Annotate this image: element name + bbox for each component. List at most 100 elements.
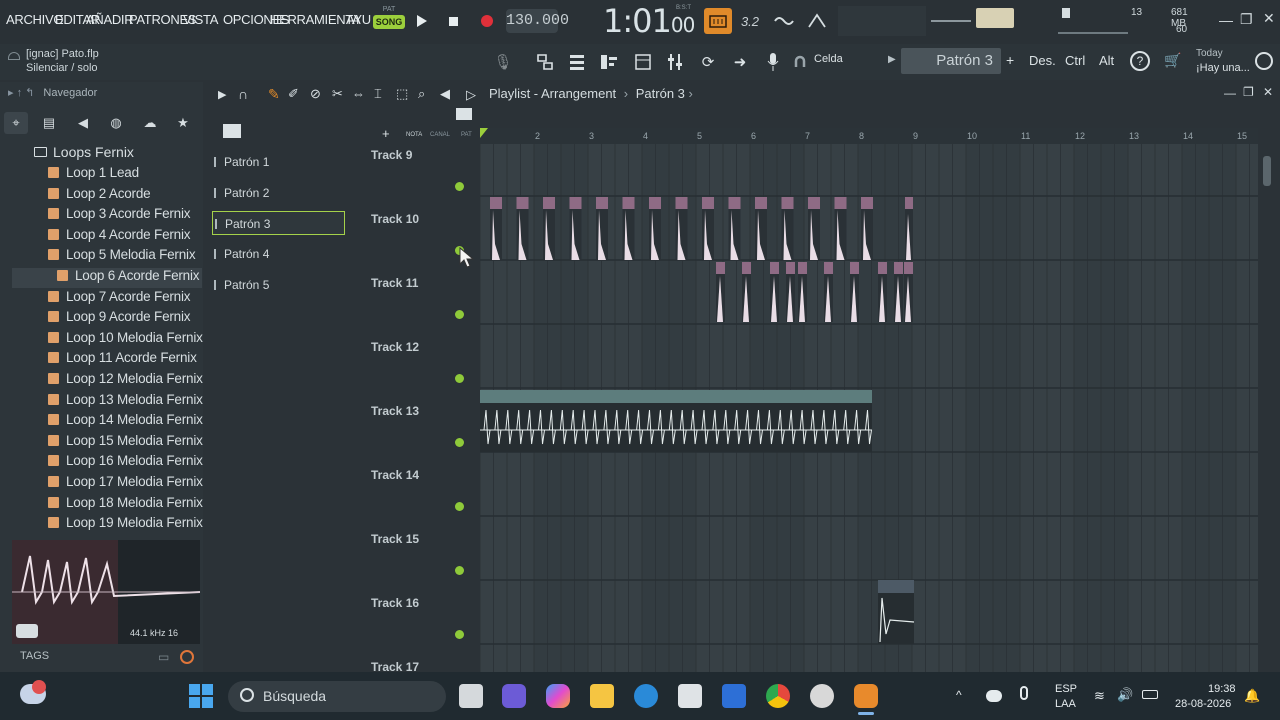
browser-item[interactable]: Loop 13 Melodia Fernix bbox=[48, 392, 203, 412]
close-icon[interactable]: ✕ bbox=[1263, 10, 1275, 27]
folder-tag-icon[interactable]: ▭ bbox=[158, 650, 169, 664]
track-mute-led[interactable] bbox=[455, 374, 464, 383]
browser-item[interactable]: Loop 16 Melodia Fernix bbox=[48, 453, 203, 473]
alt-button[interactable]: Alt bbox=[1099, 53, 1114, 68]
track-label[interactable]: Track 16 bbox=[371, 596, 419, 610]
track-mute-led[interactable] bbox=[455, 438, 464, 447]
play-button[interactable] bbox=[409, 8, 435, 34]
stop-button[interactable] bbox=[440, 8, 466, 34]
maximize-icon[interactable]: ❐ bbox=[1240, 11, 1253, 28]
browser-item[interactable]: Loop 4 Acorde Fernix bbox=[48, 227, 191, 247]
project-tab-icon[interactable]: ▤ bbox=[37, 112, 61, 134]
speaker-tab-icon[interactable]: ◀ bbox=[71, 112, 95, 134]
notifications-bell-icon[interactable]: 🔔 bbox=[1244, 688, 1260, 704]
browser-item[interactable]: Loop 11 Acorde Fernix bbox=[48, 350, 197, 370]
zoom-tool-icon[interactable]: ⌕ bbox=[418, 86, 425, 102]
taskbar-date[interactable]: 28-08-2026 bbox=[1175, 698, 1231, 710]
task-view-icon[interactable] bbox=[459, 684, 483, 708]
news-message[interactable]: ¡Hay una... bbox=[1196, 62, 1250, 74]
track-label[interactable]: Track 9 bbox=[371, 148, 412, 162]
track-mute-led[interactable] bbox=[455, 630, 464, 639]
mixer-icon[interactable] bbox=[630, 49, 656, 75]
battery-icon[interactable] bbox=[1142, 690, 1158, 699]
loop-record-icon[interactable] bbox=[804, 8, 830, 34]
menu-item-2[interactable]: AÑADIR bbox=[86, 12, 134, 27]
taskbar-clock[interactable]: 19:38 bbox=[1208, 683, 1236, 695]
cloud-tab-icon[interactable]: ☁ bbox=[138, 112, 162, 134]
playlist-menu-arrow-icon[interactable]: ▶ bbox=[218, 88, 226, 101]
all-tab-icon[interactable]: ⌖ bbox=[4, 112, 28, 134]
magnet-snap-icon[interactable]: ∩ bbox=[238, 86, 248, 102]
meet-icon[interactable] bbox=[502, 684, 526, 708]
browser-item[interactable]: Loop 5 Melodia Fernix bbox=[48, 247, 196, 267]
select-tool-icon[interactable]: ⬚ bbox=[396, 86, 408, 102]
microphone-icon[interactable] bbox=[760, 49, 786, 75]
refresh-icon[interactable]: ⟳ bbox=[695, 49, 721, 75]
browser-item[interactable]: Loop 12 Melodia Fernix bbox=[48, 371, 203, 391]
nav-arrows-icon[interactable]: ▸ ↑ ↰ bbox=[8, 87, 34, 99]
wifi-icon[interactable]: ≋ bbox=[1094, 688, 1105, 704]
channel-rack-icon[interactable] bbox=[564, 49, 590, 75]
playlist-arrow-icon[interactable]: ▷ bbox=[466, 87, 476, 103]
browser-item[interactable]: Loop 7 Acorde Fernix bbox=[48, 289, 191, 309]
track-label[interactable]: Track 11 bbox=[371, 276, 418, 290]
track-mute-led[interactable] bbox=[455, 310, 464, 319]
plugin-icon[interactable] bbox=[662, 49, 688, 75]
language-primary[interactable]: ESP bbox=[1055, 683, 1077, 695]
browser-item[interactable]: Loop 15 Melodia Fernix bbox=[48, 433, 203, 453]
browser-item[interactable]: Loop 14 Melodia Fernix bbox=[48, 412, 203, 432]
ctrl-button[interactable]: Ctrl bbox=[1065, 53, 1085, 68]
playlist-icon[interactable] bbox=[532, 49, 558, 75]
volume-icon[interactable]: 🔊 bbox=[1117, 687, 1133, 703]
pattern-prev-icon[interactable]: ▶ bbox=[888, 54, 896, 65]
piano-keys-icon[interactable] bbox=[223, 124, 241, 138]
playlist-close-icon[interactable]: ✕ bbox=[1263, 85, 1273, 99]
playlist-maximize-icon[interactable]: ❐ bbox=[1243, 85, 1254, 99]
add-track-button[interactable]: + bbox=[382, 126, 390, 141]
delete-tool-icon[interactable]: ⊘ bbox=[310, 86, 321, 102]
track-mute-led[interactable] bbox=[455, 566, 464, 575]
draw-tool-icon[interactable]: ✎ bbox=[268, 86, 280, 103]
start-icon[interactable] bbox=[189, 684, 213, 708]
undo-button[interactable]: Des. bbox=[1029, 53, 1056, 68]
mute-tool-icon[interactable]: ✂ bbox=[332, 86, 343, 102]
edge-icon[interactable] bbox=[634, 684, 658, 708]
tempo-display[interactable]: 130.000 bbox=[506, 9, 569, 33]
track-mute-led[interactable] bbox=[455, 182, 464, 191]
track-label[interactable]: Track 14 bbox=[371, 468, 419, 482]
browser-item[interactable]: Loop 6 Acorde Fernix bbox=[12, 268, 202, 288]
magnet-icon[interactable] bbox=[794, 55, 806, 69]
cart-icon[interactable]: 🛒 bbox=[1164, 52, 1181, 69]
master-volume-area[interactable] bbox=[931, 8, 1051, 30]
pattern-item[interactable]: Patrón 5 bbox=[212, 273, 345, 297]
menu-item-7[interactable]: AYU bbox=[346, 12, 371, 27]
plugin-db-tab-icon[interactable]: ◍ bbox=[104, 112, 128, 134]
play-preview-icon[interactable] bbox=[16, 624, 38, 638]
piano-roll-icon[interactable] bbox=[596, 49, 622, 75]
metronome-button[interactable] bbox=[704, 8, 732, 34]
fl-studio-icon[interactable] bbox=[854, 684, 878, 708]
playlist-grid[interactable] bbox=[480, 144, 1258, 672]
help-icon[interactable]: ? bbox=[1130, 51, 1150, 71]
pattern-selector[interactable]: Patrón 3 bbox=[901, 48, 1001, 74]
track-label[interactable]: Track 13 bbox=[371, 404, 419, 418]
record-button[interactable] bbox=[474, 8, 500, 34]
pattern-item[interactable]: Patrón 2 bbox=[212, 181, 345, 205]
browser-item[interactable]: Loop 18 Melodia Fernix bbox=[48, 495, 203, 515]
browser-item[interactable]: Loop 19 Melodia Fernix bbox=[48, 515, 203, 535]
language-secondary[interactable]: LAA bbox=[1055, 698, 1076, 710]
playlist-minimize-icon[interactable]: — bbox=[1224, 86, 1236, 100]
track-label[interactable]: Track 15 bbox=[371, 532, 419, 546]
browser-item[interactable]: Loop 9 Acorde Fernix bbox=[48, 309, 191, 329]
sample-preview[interactable]: 44.1 kHz 16 bbox=[12, 540, 201, 644]
pattern-item[interactable]: Patrón 1 bbox=[212, 150, 345, 174]
power-icon[interactable] bbox=[1255, 52, 1273, 70]
piano-grid-icon[interactable] bbox=[456, 108, 472, 120]
playback-tool-icon[interactable]: ◀ bbox=[440, 86, 450, 102]
countdown-icon[interactable]: 3.2 bbox=[737, 8, 763, 34]
paint-tool-icon[interactable]: ✐ bbox=[288, 86, 299, 102]
folder-loops-fernix[interactable]: Loops Fernix bbox=[34, 144, 134, 160]
obs-icon[interactable] bbox=[810, 684, 834, 708]
add-pattern-button[interactable]: + bbox=[1006, 52, 1014, 68]
file-explorer-icon[interactable] bbox=[590, 684, 614, 708]
